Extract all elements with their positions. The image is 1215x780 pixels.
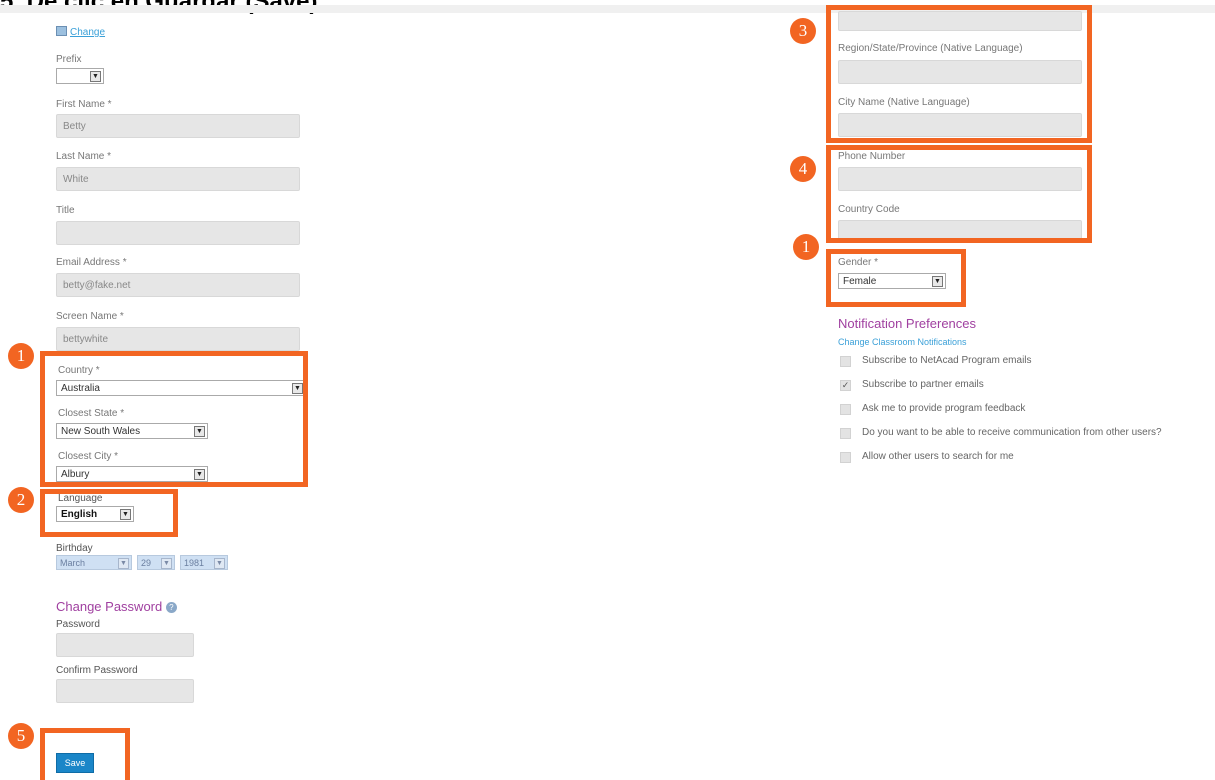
email-input[interactable]: betty@fake.net <box>56 273 300 297</box>
badge-3: 3 <box>790 18 816 44</box>
badge-1-gender: 1 <box>793 234 819 260</box>
first-name-input[interactable]: Betty <box>56 114 300 138</box>
title-input[interactable] <box>56 221 300 245</box>
birthday-day-value: 29 <box>141 557 152 568</box>
change-password-heading: Change Password ? <box>56 599 177 614</box>
highlight-box-language <box>40 489 178 537</box>
last-name-input[interactable]: White <box>56 167 300 191</box>
checkbox-program-feedback[interactable] <box>840 404 851 415</box>
birthday-year-value: 1981 <box>184 557 205 568</box>
email-label: Email Address * <box>56 257 127 268</box>
badge-5: 5 <box>8 723 34 749</box>
checkbox-allow-search[interactable] <box>840 452 851 463</box>
confirm-password-label: Confirm Password <box>56 665 138 676</box>
notification-preferences-heading: Notification Preferences <box>838 316 977 331</box>
highlight-box-save <box>40 728 130 780</box>
birthday-day-select[interactable]: 29 ▼ <box>137 555 175 570</box>
first-name-label: First Name * <box>56 99 112 110</box>
chevron-down-icon: ▼ <box>161 558 172 569</box>
prefix-select[interactable]: ▼ <box>56 68 104 84</box>
password-label: Password <box>56 619 100 630</box>
help-icon[interactable]: ? <box>165 602 177 614</box>
change-photo-link[interactable]: Change <box>56 22 105 40</box>
checkbox-label: Subscribe to NetAcad Program emails <box>862 355 1032 366</box>
password-input[interactable] <box>56 633 194 657</box>
checkbox-label: Ask me to provide program feedback <box>862 403 1026 414</box>
highlight-box-native <box>826 5 1092 143</box>
picture-icon <box>56 25 67 36</box>
highlight-box-location <box>40 351 308 487</box>
chevron-down-icon: ▼ <box>90 71 101 82</box>
highlight-box-gender <box>826 249 966 307</box>
screen-name-label: Screen Name * <box>56 311 124 322</box>
birthday-month-value: March <box>60 557 86 568</box>
checkbox-label: Do you want to be able to receive commun… <box>862 427 1162 438</box>
checkbox-user-communication[interactable] <box>840 428 851 439</box>
checkbox-partner-emails[interactable]: ✓ <box>840 380 851 391</box>
checkbox-label: Allow other users to search for me <box>862 451 1014 462</box>
confirm-password-input[interactable] <box>56 679 194 703</box>
badge-4: 4 <box>790 156 816 182</box>
checkbox-netacad-emails[interactable] <box>840 356 851 367</box>
highlight-box-phone <box>826 145 1092 243</box>
chevron-down-icon: ▼ <box>214 558 225 569</box>
change-classroom-notifications-link[interactable]: Change Classroom Notifications <box>838 337 967 347</box>
badge-1: 1 <box>8 343 34 369</box>
prefix-label: Prefix <box>56 54 82 65</box>
screen-name-input[interactable]: bettywhite <box>56 327 300 351</box>
birthday-year-select[interactable]: 1981 ▼ <box>180 555 228 570</box>
chevron-down-icon: ▼ <box>118 558 129 569</box>
last-name-label: Last Name * <box>56 151 112 162</box>
badge-2: 2 <box>8 487 34 513</box>
birthday-month-select[interactable]: March ▼ <box>56 555 132 570</box>
birthday-label: Birthday <box>56 543 93 554</box>
title-label: Title <box>56 205 75 216</box>
checkbox-label: Subscribe to partner emails <box>862 379 984 390</box>
